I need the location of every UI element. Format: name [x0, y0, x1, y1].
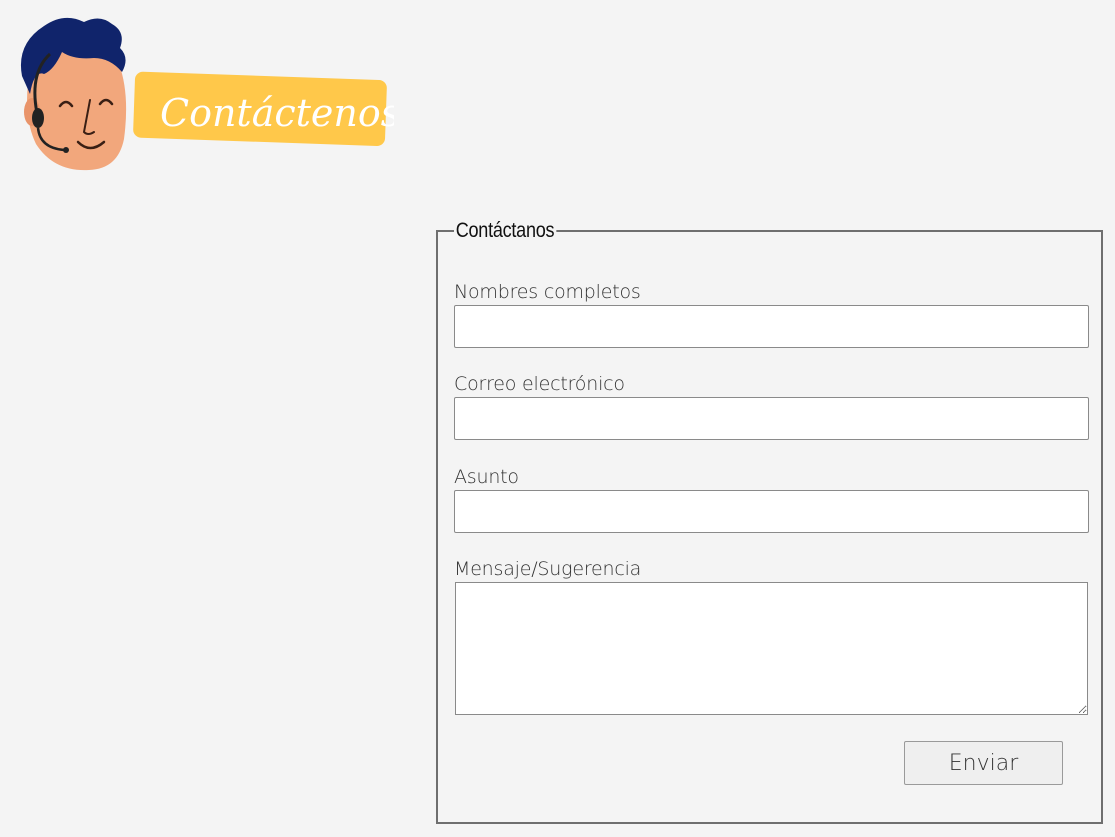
- email-label: Correo electrónico: [454, 373, 625, 395]
- form-legend: Contáctanos: [454, 218, 557, 244]
- message-textarea[interactable]: [455, 582, 1088, 715]
- contact-page: Contáctenos Contáctanos Nombres completo…: [0, 0, 1115, 837]
- subject-input[interactable]: [454, 490, 1089, 533]
- full-name-input[interactable]: [454, 305, 1089, 348]
- contact-logo: Contáctenos: [14, 14, 394, 176]
- support-agent-avatar-icon: Contáctenos: [20, 17, 394, 171]
- subject-label: Asunto: [454, 466, 519, 488]
- name-label: Nombres completos: [454, 281, 641, 303]
- contact-form: Contáctanos Nombres completos Correo ele…: [436, 218, 1103, 824]
- submit-button[interactable]: Enviar: [904, 741, 1063, 785]
- email-field[interactable]: [454, 397, 1089, 440]
- message-label: Mensaje/Sugerencia: [454, 558, 642, 580]
- logo-text: Contáctenos: [160, 91, 394, 135]
